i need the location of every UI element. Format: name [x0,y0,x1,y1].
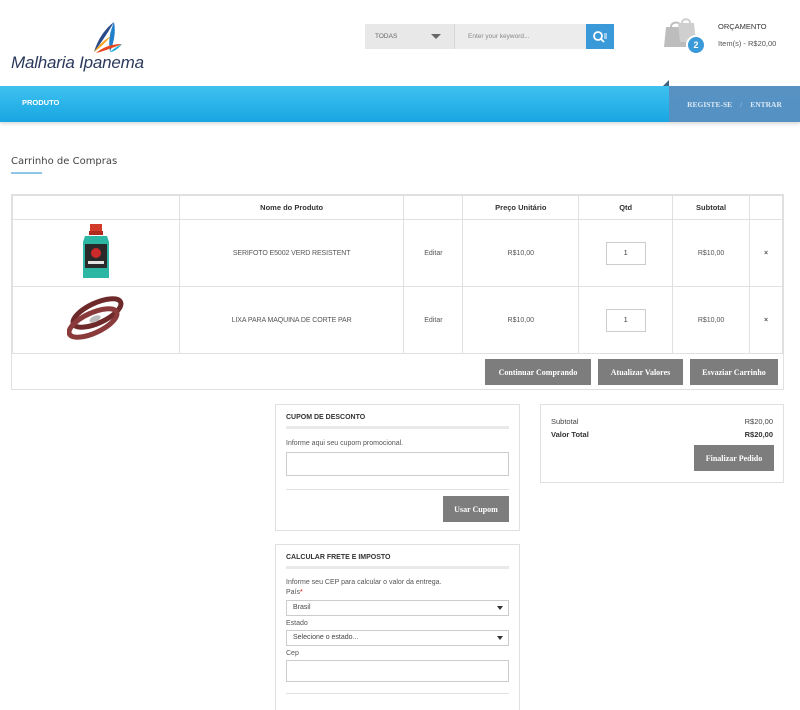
logo-mark-icon [94,22,122,53]
state-select[interactable]: Selecione o estado... [286,630,509,646]
country-value: Brasil [293,604,311,611]
cart-summary: Item(s) - R$20,00 [718,39,777,48]
nav-item-produto[interactable]: PRODUTO [22,98,59,107]
cart-table: Nome do Produto Preço Unitário Qtd Subto… [12,195,783,354]
header-qty: Qtd [578,195,674,220]
cep-input[interactable] [286,660,509,682]
table-row: LIXA PARA MAQUINA DE CORTE PAR Editar R$… [12,286,783,354]
coupon-hint: Informe aqui seu cupom promocional. [286,440,404,447]
table-header-row: Nome do Produto Preço Unitário Qtd Subto… [12,195,783,220]
remove-icon[interactable]: × [749,286,783,354]
search-button[interactable] [586,24,614,49]
divider [286,489,509,490]
subtotal-row: Subtotal R$20,00 [551,417,773,426]
nav-separator: / [740,99,743,109]
state-label: Estado [286,620,308,627]
main-nav: PRODUTO REGISTE-SE / ENTRAR [0,86,800,122]
apply-coupon-button[interactable]: Usar Cupom [443,496,509,522]
remove-icon[interactable]: × [749,219,783,287]
chevron-down-icon [497,636,503,640]
unit-price: R$10,00 [462,286,580,354]
qty-cell: 1 [578,219,674,287]
header-name: Nome do Produto [178,195,405,220]
total-value: R$20,00 [744,430,773,439]
cart-title: ORÇAMENTO [718,22,767,31]
header-subtotal: Subtotal [672,195,750,220]
required-mark: * [300,589,303,596]
register-link[interactable]: REGISTE-SE [687,100,732,109]
header-edit [403,195,464,220]
page-title: Carrinho de Compras [11,156,118,167]
divider [286,566,509,569]
product-name[interactable]: LIXA PARA MAQUINA DE CORTE PAR [178,286,405,354]
edit-link[interactable]: Editar [403,219,464,287]
row-subtotal: R$10,00 [672,286,750,354]
product-image-cell [12,286,180,354]
total-label: Valor Total [551,430,589,439]
coupon-panel: CUPOM DE DESCONTO Informe aqui seu cupom… [275,404,520,531]
header: Malharia Ipanema TODAS 2 ORÇAMENTO Item [0,0,800,86]
unit-price: R$10,00 [462,219,580,287]
mini-cart[interactable]: 2 ORÇAMENTO Item(s) - R$20,00 [662,18,792,58]
brand-name: Malharia Ipanema [11,53,144,72]
search-bar: TODAS [365,24,614,49]
search-input[interactable] [455,24,586,49]
country-select[interactable]: Brasil [286,600,509,616]
qty-cell: 1 [578,286,674,354]
logo[interactable]: Malharia Ipanema [10,22,180,72]
cart-box: Nome do Produto Preço Unitário Qtd Subto… [11,194,784,390]
update-values-button[interactable]: Atualizar Valores [598,359,683,385]
edit-link[interactable]: Editar [403,286,464,354]
qty-input[interactable]: 1 [605,308,646,332]
login-link[interactable]: ENTRAR [750,100,782,109]
qty-input[interactable]: 1 [605,241,646,265]
country-label-text: País [286,589,301,596]
header-price: Preço Unitário [462,195,580,220]
subtotal-label: Subtotal [551,417,579,426]
state-value: Selecione o estado... [293,634,359,641]
cart-count-badge: 2 [686,35,706,55]
total-row: Valor Total R$20,00 [551,430,773,439]
country-label: País* [286,589,303,596]
account-links: REGISTE-SE / ENTRAR [669,86,800,122]
search-category-select[interactable]: TODAS [365,24,455,49]
search-icon [593,30,607,43]
header-remove [749,195,783,220]
chevron-down-icon [431,34,441,39]
divider [286,693,509,694]
freight-panel: CALCULAR FRETE E IMPOSTO Informe seu CEP… [275,544,520,710]
table-row: SERIFOTO E5002 VERD RESISTENT Editar R$1… [12,219,783,287]
chevron-down-icon [497,606,503,610]
header-image [12,195,180,220]
search-category-value: TODAS [375,33,398,40]
freight-hint: Informe seu CEP para calcular o valor da… [286,579,442,586]
checkout-button[interactable]: Finalizar Pedido [694,445,774,471]
empty-cart-button[interactable]: Esvaziar Carrinho [690,359,778,385]
cep-label: Cep [286,650,299,657]
coupon-input[interactable] [286,452,509,476]
divider [286,426,509,429]
product-image-cell [12,219,180,287]
coupon-title: CUPOM DE DESCONTO [286,414,366,421]
freight-title: CALCULAR FRETE E IMPOSTO [286,554,391,561]
continue-shopping-button[interactable]: Continuar Comprando [485,359,591,385]
row-subtotal: R$10,00 [672,219,750,287]
product-image-bottle[interactable] [81,224,111,280]
title-underline [11,172,42,174]
product-name[interactable]: SERIFOTO E5002 VERD RESISTENT [178,219,405,287]
totals-panel: Subtotal R$20,00 Valor Total R$20,00 Fin… [540,404,784,483]
subtotal-value: R$20,00 [744,417,773,426]
product-image-sanding-belt[interactable] [66,295,125,343]
